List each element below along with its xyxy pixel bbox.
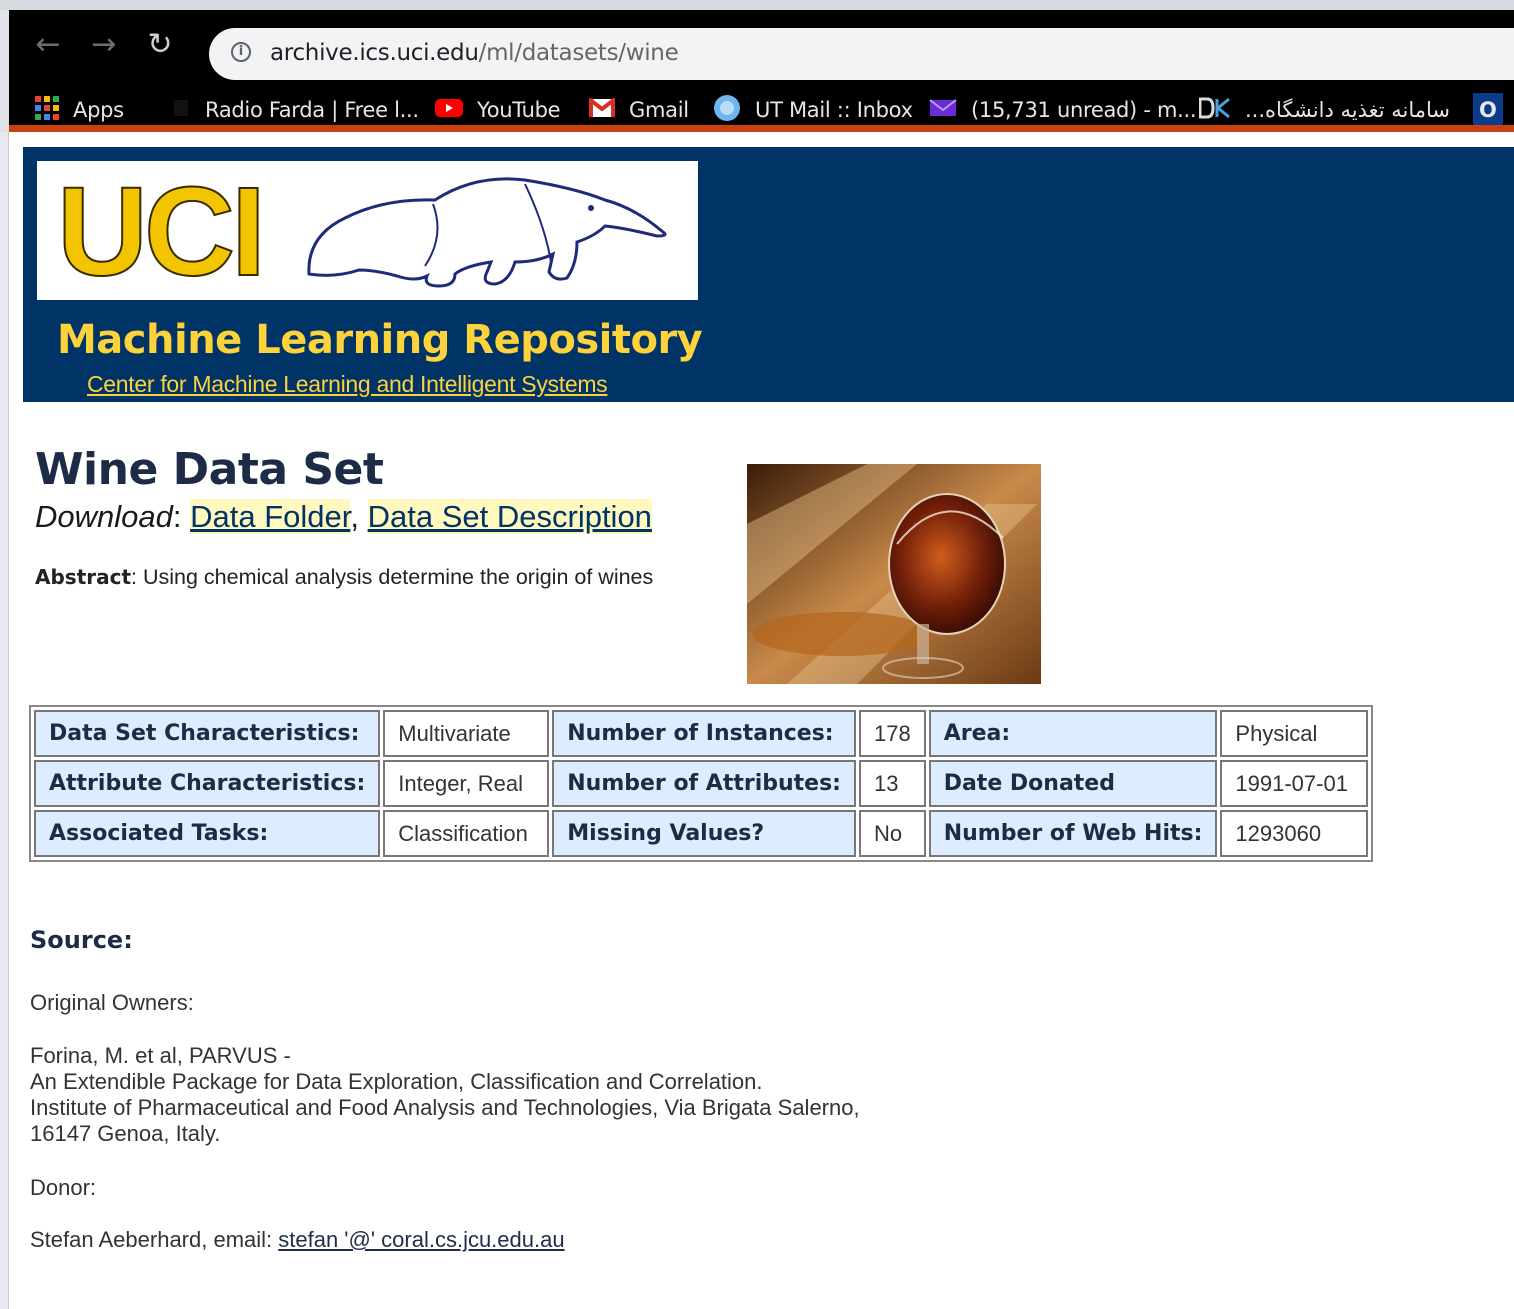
table-value-cell: 1293060	[1220, 810, 1369, 857]
table-label-cell: Number of Web Hits:	[928, 810, 1218, 857]
bookmark-label: Radio Farda | Free l...	[205, 98, 419, 122]
table-value-cell: Classification	[383, 810, 550, 857]
anteater-icon	[307, 177, 667, 288]
table-label-cell: Date Donated	[928, 760, 1218, 807]
ut-mail-icon	[713, 94, 741, 127]
table-label-cell: Number of Instances:	[552, 710, 856, 757]
table-label-cell: Attribute Characteristics:	[34, 760, 381, 807]
back-arrow-icon[interactable]: ←	[31, 28, 65, 62]
apps-grid-icon	[35, 95, 59, 125]
table-value-cell: No	[858, 810, 926, 857]
bookmark-label: Apps	[73, 98, 124, 122]
table-value-cell: 178	[858, 710, 926, 757]
radio-farda-icon	[173, 98, 191, 123]
forward-arrow-icon[interactable]: →	[87, 28, 121, 62]
uci-logo-text: UCI	[56, 160, 267, 303]
table-row: Associated Tasks: Classification Missing…	[34, 810, 1369, 857]
toolbar-accent-line	[9, 125, 1514, 132]
abstract-label: Abstract	[35, 565, 132, 589]
gmail-icon	[587, 96, 617, 123]
donor-email-link[interactable]: stefan '@' coral.cs.jcu.edu.au	[278, 1227, 564, 1252]
download-line: Download: Data Folder, Data Set Descript…	[35, 499, 652, 535]
yahoo-mail-icon	[929, 98, 957, 123]
address-bar[interactable]: i archive.ics.uci.edu/ml/datasets/wine	[209, 28, 1514, 80]
table-value-cell: Physical	[1220, 710, 1369, 757]
uci-banner: UCI Machine Learning Repository Center f…	[23, 147, 1514, 402]
youtube-icon	[435, 98, 463, 123]
characteristics-table: Data Set Characteristics: Multivariate N…	[29, 705, 1374, 862]
url-text[interactable]: archive.ics.uci.edu/ml/datasets/wine	[270, 40, 679, 66]
download-label: Download	[35, 499, 173, 534]
o-icon: O	[1479, 98, 1497, 122]
table-value-cell: Multivariate	[383, 710, 550, 757]
donor-line: Stefan Aeberhard, email: stefan '@' cora…	[30, 1227, 565, 1253]
reload-icon[interactable]: ↻	[143, 28, 177, 62]
table-label-cell: Data Set Characteristics:	[34, 710, 381, 757]
original-owners-label: Original Owners:	[30, 990, 194, 1015]
window-top-strip	[0, 0, 1514, 10]
table-label-cell: Area:	[928, 710, 1218, 757]
link-separator: ,	[350, 499, 368, 534]
wine-glass-image	[747, 464, 1041, 684]
owner-line: 16147 Genoa, Italy.	[30, 1121, 221, 1146]
bookmark-radio-farda[interactable]: Radio Farda | Free l...	[173, 90, 419, 130]
table-value-cell: 1991-07-01	[1220, 760, 1369, 807]
site-info-icon[interactable]: i	[231, 42, 251, 62]
bookmark-gmail[interactable]: Gmail	[587, 90, 689, 130]
owner-line: Forina, M. et al, PARVUS -	[30, 1043, 291, 1068]
table-label-cell: Number of Attributes:	[552, 760, 856, 807]
bookmark-university-food[interactable]: ...سامانه تغذیه دانشگاه	[1198, 90, 1450, 130]
dk-icon	[1198, 97, 1231, 124]
owner-line: An Extendible Package for Data Explorati…	[30, 1069, 763, 1094]
table-label-cell: Associated Tasks:	[34, 810, 381, 857]
table-row: Attribute Characteristics: Integer, Real…	[34, 760, 1369, 807]
bookmark-label: Gmail	[629, 98, 689, 122]
bookmark-label: UT Mail :: Inbox	[755, 98, 913, 122]
browser-toolbar: ← → ↻ i archive.ics.uci.edu/ml/datasets/…	[9, 10, 1514, 130]
bookmark-label: ...سامانه تغذیه دانشگاه	[1245, 98, 1450, 122]
bookmark-ut-mail[interactable]: UT Mail :: Inbox	[713, 90, 913, 130]
table-value-cell: Integer, Real	[383, 760, 550, 807]
abstract-text: : Using chemical analysis determine the …	[131, 565, 654, 589]
table-value-cell: 13	[858, 760, 926, 807]
table-label-cell: Missing Values?	[552, 810, 856, 857]
source-heading: Source:	[30, 926, 133, 954]
center-link[interactable]: Center for Machine Learning and Intellig…	[87, 371, 608, 398]
left-scrollbar-track[interactable]	[0, 132, 9, 1309]
table-row: Data Set Characteristics: Multivariate N…	[34, 710, 1369, 757]
donor-label: Donor:	[30, 1175, 97, 1200]
bookmark-o[interactable]: O	[1473, 93, 1503, 127]
download-colon: :	[172, 499, 182, 534]
bookmark-label: YouTube	[477, 98, 561, 122]
data-folder-link[interactable]: Data Folder	[190, 499, 351, 534]
url-path: /ml/datasets/wine	[478, 40, 679, 66]
donor-name: Stefan Aeberhard, email:	[30, 1227, 279, 1252]
bookmark-label: (15,731 unread) - m...	[971, 98, 1197, 122]
uci-logo[interactable]: UCI	[37, 160, 698, 303]
owner-line: Institute of Pharmaceutical and Food Ana…	[30, 1095, 860, 1120]
repository-title: Machine Learning Repository	[57, 317, 703, 363]
data-set-description-link[interactable]: Data Set Description	[367, 499, 652, 534]
bookmark-youtube[interactable]: YouTube	[435, 90, 561, 130]
bookmark-apps[interactable]: Apps	[35, 90, 124, 130]
page-title: Wine Data Set	[35, 444, 384, 495]
abstract: Abstract: Using chemical analysis determ…	[35, 565, 653, 590]
url-host: archive.ics.uci.edu	[270, 40, 479, 66]
page-content: UCI Machine Learning Repository Center f…	[9, 132, 1514, 1309]
bookmark-yahoo-mail[interactable]: (15,731 unread) - m...	[929, 90, 1197, 130]
bookmarks-bar: Apps Radio Farda | Free l... YouTube Gma…	[35, 90, 1514, 130]
